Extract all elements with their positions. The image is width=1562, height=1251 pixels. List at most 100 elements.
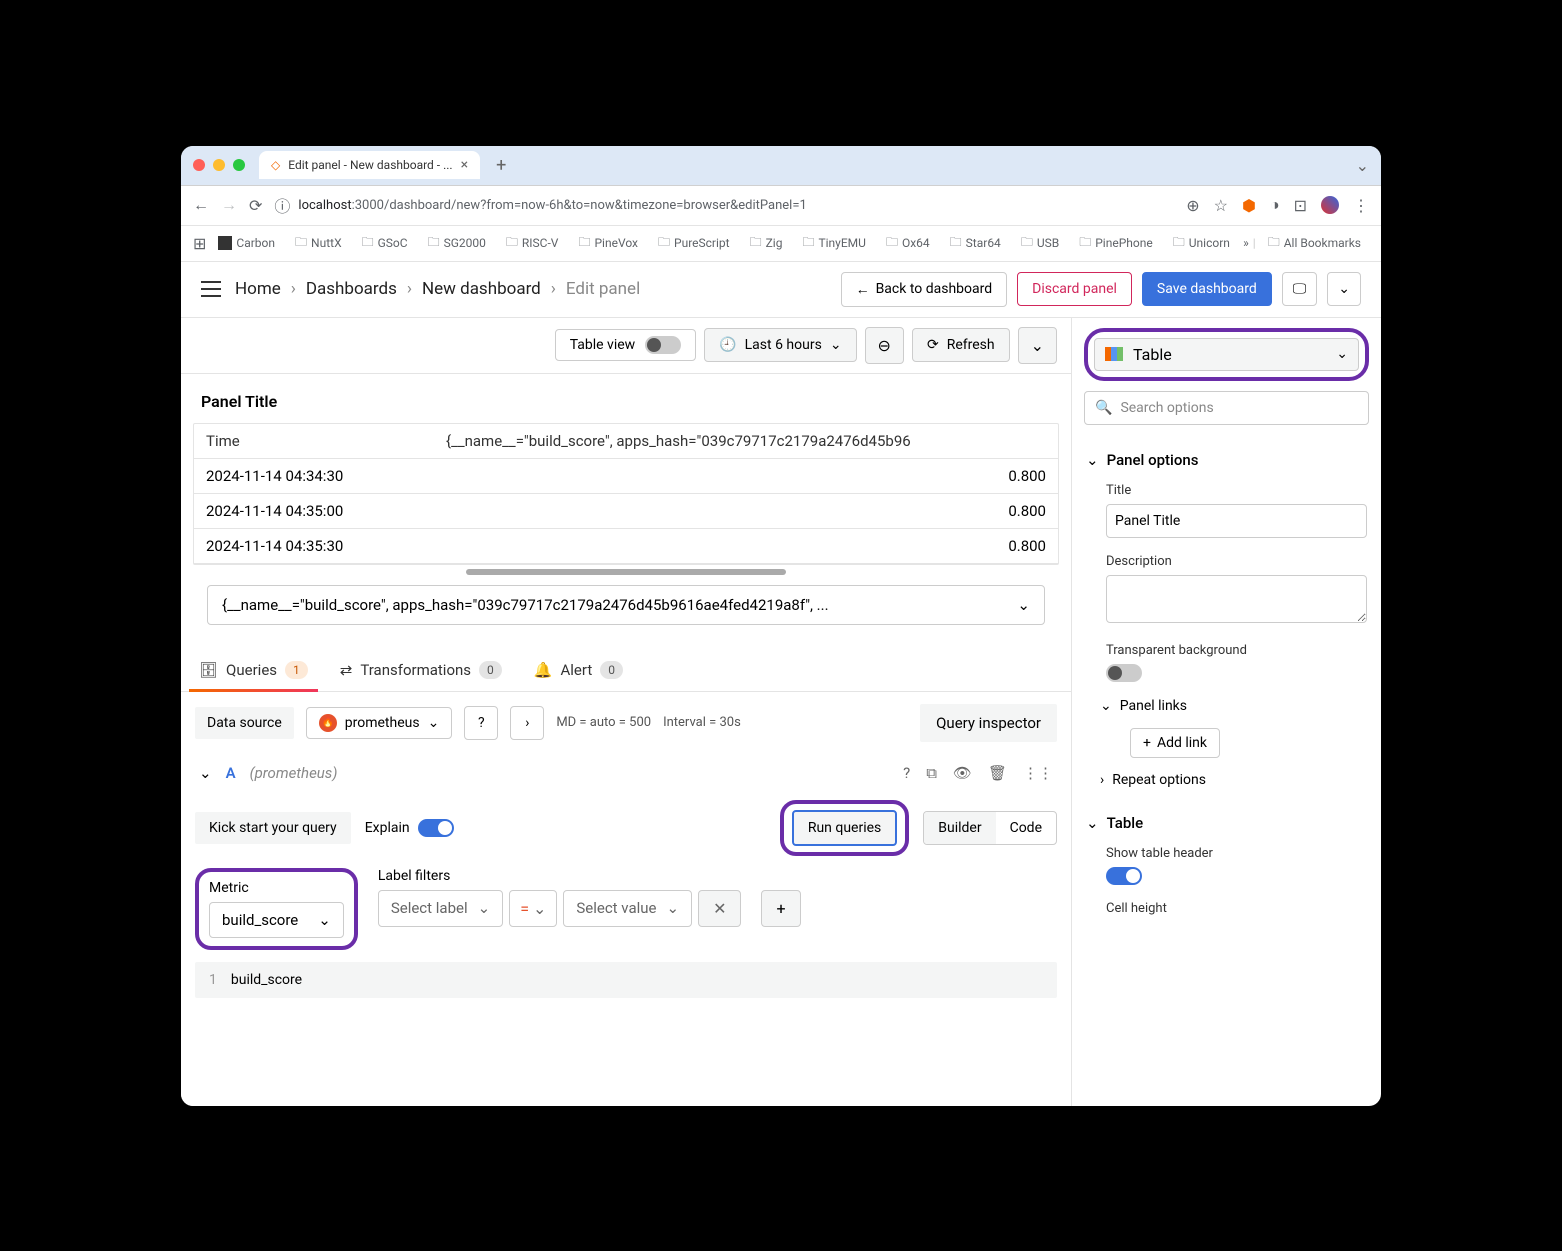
chevron-right-icon[interactable]: › [510, 706, 544, 740]
editor-mode-toggle[interactable]: Builder Code [923, 811, 1057, 845]
scrollbar[interactable] [466, 569, 786, 575]
bookmark-item[interactable]: 🗀Unicorn [1165, 229, 1238, 258]
chevron-down-icon[interactable]: ⌄ [1327, 272, 1361, 306]
explain-toggle[interactable]: Explain [365, 819, 454, 837]
series-filter[interactable]: {__name__="build_score", apps_hash="039c… [207, 585, 1045, 625]
add-link-button[interactable]: +Add link [1130, 728, 1220, 758]
eye-icon[interactable]: 👁 [953, 764, 972, 782]
bookmark-item[interactable]: 🗀RISC-V [498, 229, 567, 258]
bookmark-item[interactable]: 🗀Zig [742, 229, 791, 258]
col-header-time[interactable]: Time [206, 432, 446, 450]
bookmark-item[interactable]: 🗀Star64 [942, 229, 1009, 258]
prometheus-icon: 🔥 [319, 714, 337, 732]
refresh-button[interactable]: ⟳ Refresh [912, 328, 1010, 362]
window-minimize[interactable] [213, 159, 225, 171]
menu-icon[interactable]: ⋮ [1353, 196, 1369, 215]
remove-filter-button[interactable]: ✕ [698, 890, 741, 927]
bookmark-item[interactable]: 🗀PinePhone [1071, 229, 1161, 258]
browser-tab[interactable]: ◇ Edit panel - New dashboard - ... × [259, 151, 480, 179]
window-close[interactable] [193, 159, 205, 171]
bell-icon: 🔔 [534, 661, 553, 679]
zoom-out-icon[interactable]: ⊖ [865, 327, 904, 364]
all-bookmarks[interactable]: 🗀All Bookmarks [1260, 229, 1369, 258]
apps-icon[interactable]: ⊞ [193, 234, 206, 253]
trash-icon[interactable]: 🗑 [988, 764, 1007, 782]
metric-picker[interactable]: build_score ⌄ [209, 902, 344, 938]
search-options-input[interactable]: 🔍 Search options [1084, 391, 1369, 425]
table-section-header[interactable]: ⌄Table [1086, 806, 1367, 840]
data-table: Time {__name__="build_score", apps_hash=… [193, 423, 1059, 565]
bookmark-item[interactable]: Carbon [210, 232, 283, 254]
reload-icon[interactable]: ⟳ [249, 196, 262, 215]
panel-links-header[interactable]: ⌄Panel links [1100, 692, 1367, 720]
ext-icon-2[interactable]: ◑ [1270, 195, 1280, 215]
new-tab-button[interactable]: + [496, 155, 506, 176]
toggle-switch[interactable] [418, 819, 454, 837]
tab-close-icon[interactable]: × [461, 157, 468, 173]
chevron-down-icon: ⌄ [667, 899, 680, 917]
window-maximize[interactable] [233, 159, 245, 171]
label-picker[interactable]: Select label⌄ [378, 890, 503, 927]
query-letter: A [226, 764, 236, 782]
bookmark-item[interactable]: 🗀NuttX [287, 229, 350, 258]
bookmark-item[interactable]: 🗀GSoC [354, 229, 416, 258]
refresh-interval-dropdown[interactable]: ⌄ [1018, 327, 1057, 364]
zoom-icon[interactable]: ⊕ [1186, 196, 1199, 215]
title-input[interactable] [1106, 504, 1367, 538]
run-queries-highlight: Run queries [780, 800, 909, 856]
bookmark-item[interactable]: 🗀USB [1013, 229, 1067, 258]
discard-panel-button[interactable]: Discard panel [1017, 272, 1132, 306]
help-icon[interactable]: ? [464, 706, 498, 740]
tab-transformations[interactable]: ⇄ Transformations 0 [336, 649, 506, 691]
collapse-icon[interactable]: ⌄ [199, 764, 212, 782]
repeat-options-header[interactable]: ›Repeat options [1100, 766, 1367, 794]
time-range-picker[interactable]: 🕘 Last 6 hours ⌄ [704, 328, 856, 362]
transparent-toggle[interactable] [1106, 664, 1142, 682]
run-queries-button[interactable]: Run queries [792, 810, 897, 846]
crumb-new[interactable]: New dashboard [422, 279, 541, 299]
help-icon[interactable]: ? [903, 764, 910, 782]
monitor-icon[interactable]: 🖵 [1282, 272, 1318, 306]
back-to-dashboard-button[interactable]: ←Back to dashboard [841, 272, 1008, 307]
col-header-metric[interactable]: {__name__="build_score", apps_hash="039c… [446, 432, 1046, 450]
visualization-picker[interactable]: Table ⌄ [1094, 338, 1359, 371]
star-icon[interactable]: ☆ [1214, 196, 1228, 215]
description-input[interactable] [1106, 575, 1367, 623]
table-view-toggle[interactable]: Table view [555, 329, 697, 361]
bookmark-item[interactable]: 🗀PineVox [570, 229, 646, 258]
query-editor: ⌄ A (prometheus) ? ⧉ 👁 🗑 ⋮⋮ Kick start y… [181, 754, 1071, 1008]
show-header-toggle[interactable] [1106, 867, 1142, 885]
panel-options-header[interactable]: ⌄Panel options [1086, 443, 1367, 477]
save-dashboard-button[interactable]: Save dashboard [1142, 272, 1272, 306]
bookmarks-overflow-icon[interactable]: » [1243, 236, 1249, 250]
forward-icon[interactable]: → [221, 195, 237, 215]
value-picker[interactable]: Select value⌄ [563, 890, 692, 927]
site-info-icon[interactable]: ⓘ [274, 193, 290, 217]
tabs-dropdown-icon[interactable]: ⌄ [1356, 156, 1369, 175]
bookmark-item[interactable]: 🗀PureScript [650, 229, 738, 258]
tab-queries[interactable]: 🗄 Queries 1 [195, 649, 312, 691]
chevron-down-icon: ⌄ [428, 715, 440, 731]
crumb-dashboards[interactable]: Dashboards [306, 279, 397, 299]
menu-toggle-icon[interactable] [201, 281, 221, 297]
operator-button[interactable]: = ⌄ [509, 890, 557, 927]
query-code-preview: 1 build_score [195, 962, 1057, 998]
crumb-home[interactable]: Home [235, 279, 281, 299]
ext-icon-1[interactable]: ⬢ [1242, 196, 1256, 215]
bookmark-item[interactable]: 🗀TinyEMU [794, 229, 873, 258]
url-field[interactable]: ⓘ localhost:3000/dashboard/new?from=now-… [274, 193, 1174, 217]
drag-handle-icon[interactable]: ⋮⋮ [1023, 764, 1053, 782]
datasource-picker[interactable]: 🔥 prometheus ⌄ [306, 707, 453, 739]
arrow-left-icon: ← [856, 281, 870, 298]
extensions-icon[interactable]: ⊡ [1294, 196, 1307, 215]
profile-avatar[interactable] [1321, 196, 1339, 214]
copy-icon[interactable]: ⧉ [926, 764, 937, 782]
kickstart-button[interactable]: Kick start your query [195, 812, 351, 844]
query-inspector-button[interactable]: Query inspector [920, 704, 1057, 742]
back-icon[interactable]: ← [193, 195, 209, 215]
tab-alert[interactable]: 🔔 Alert 0 [530, 649, 627, 691]
bookmark-item[interactable]: 🗀SG2000 [420, 229, 494, 258]
toggle-switch[interactable] [645, 336, 681, 354]
bookmark-item[interactable]: 🗀Ox64 [878, 229, 938, 258]
add-filter-button[interactable]: + [761, 890, 800, 927]
